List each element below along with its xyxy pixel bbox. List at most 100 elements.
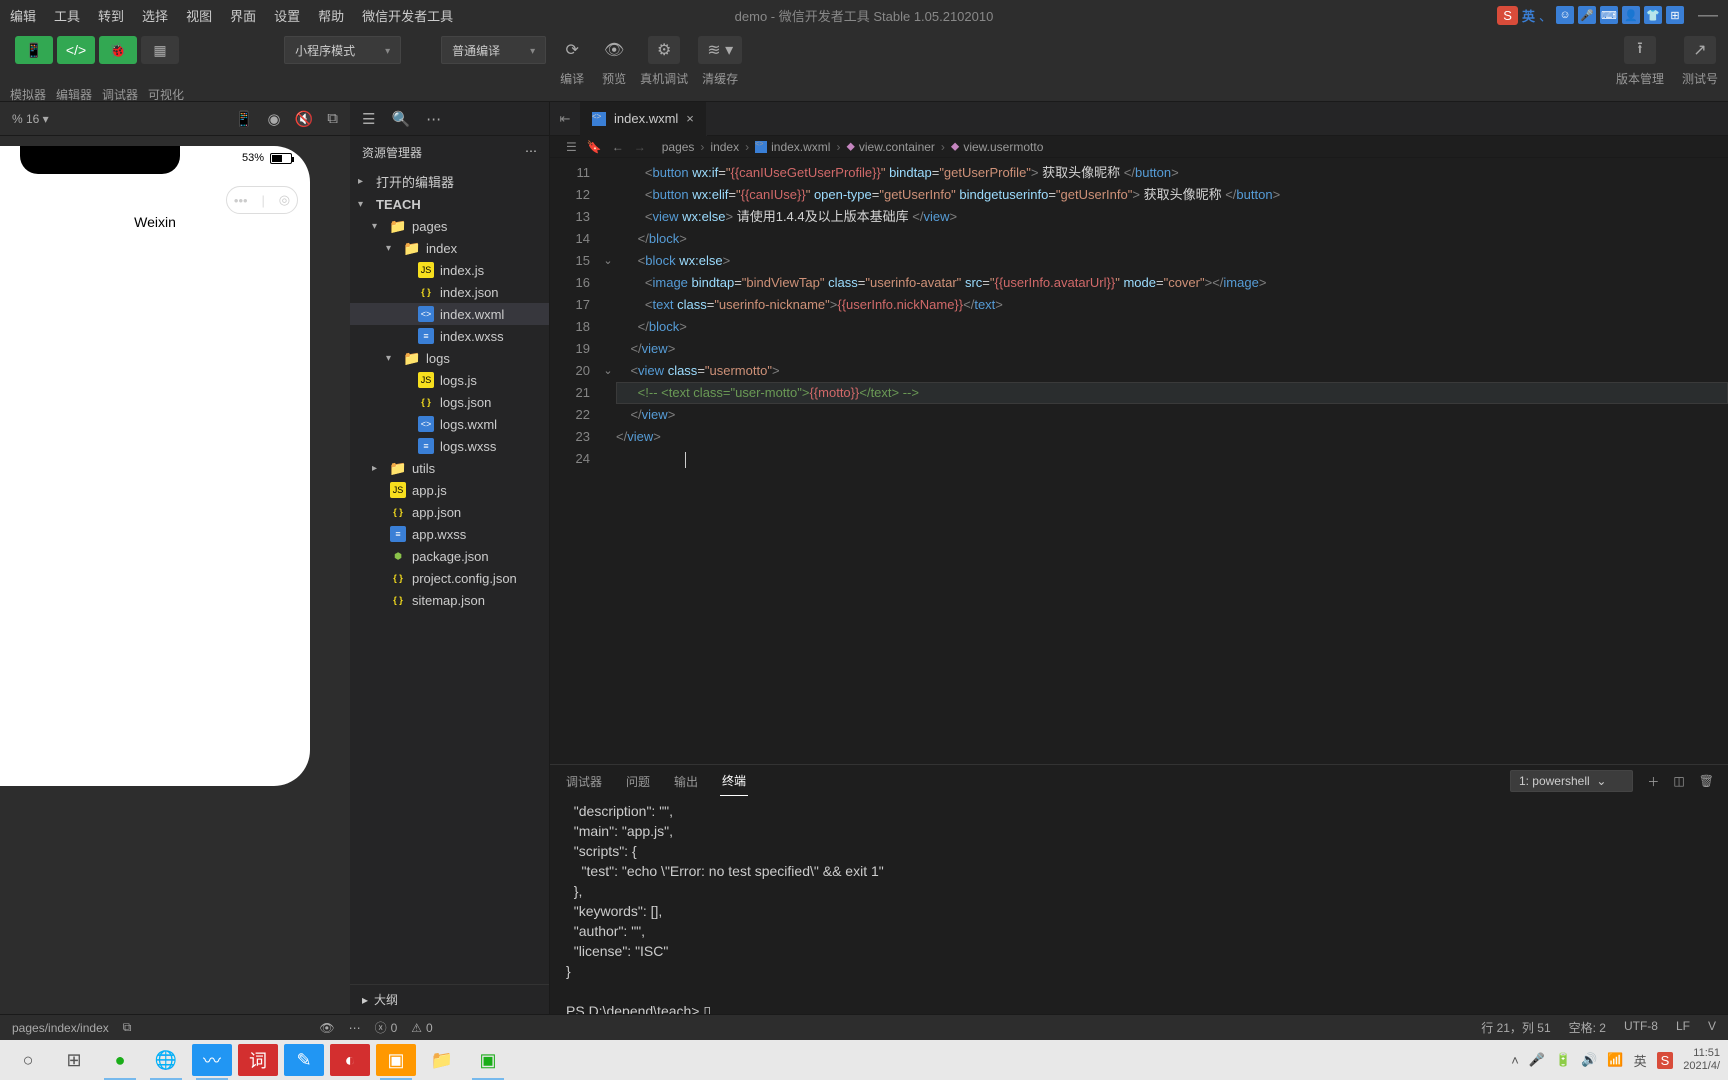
file-sitemap[interactable]: { }sitemap.json <box>350 589 549 611</box>
bc-container[interactable]: ⬥view.container <box>846 139 934 154</box>
menu-goto[interactable]: 转到 <box>98 6 124 25</box>
visualize-toggle[interactable]: ▦ <box>141 36 179 64</box>
ime-icon-4[interactable]: 👤 <box>1622 6 1640 24</box>
window-minimize[interactable]: — <box>1698 4 1718 27</box>
terminal-split-icon[interactable]: ◫ <box>1673 774 1684 788</box>
preview-eye-icon[interactable]: 👁 <box>319 1021 334 1035</box>
sim-mute-icon[interactable]: 🔇 <box>295 110 314 128</box>
panel-tab-debug[interactable]: 调试器 <box>564 767 604 796</box>
menu-select[interactable]: 选择 <box>142 6 168 25</box>
tab-collapse-icon[interactable]: ⇤ <box>550 111 580 127</box>
compile-button[interactable]: ⟳ <box>556 36 588 64</box>
file-logs-js[interactable]: JSlogs.js <box>350 369 549 391</box>
terminal-new-icon[interactable]: ＋ <box>1647 773 1659 790</box>
file-package[interactable]: ⬢package.json <box>350 545 549 567</box>
mode-dropdown[interactable]: 小程序模式 <box>284 36 401 64</box>
status-eol[interactable]: LF <box>1676 1019 1690 1036</box>
status-warnings[interactable]: ⚠ 0 <box>411 1021 432 1035</box>
file-index-wxss[interactable]: ≡index.wxss <box>350 325 549 347</box>
task-chrome[interactable]: 🌐 <box>146 1044 186 1076</box>
outline-section[interactable]: ▸大纲 <box>350 984 549 1014</box>
sim-stop-icon[interactable]: ◉ <box>268 110 281 128</box>
file-logs-wxml[interactable]: <>logs.wxml <box>350 413 549 435</box>
folder-index[interactable]: ▾📁index <box>350 237 549 259</box>
vcs-button[interactable]: ⭱ <box>1624 36 1656 64</box>
menu-edit[interactable]: 编辑 <box>10 6 36 25</box>
tray-ime[interactable]: 英 <box>1634 1051 1647 1070</box>
ime-icon-2[interactable]: 🎤 <box>1578 6 1596 24</box>
sim-zoom[interactable]: % 16 ▾ <box>12 112 49 126</box>
task-app3[interactable]: ✎ <box>284 1044 324 1076</box>
ime-icon-6[interactable]: ⊞ <box>1666 6 1684 24</box>
file-app-js[interactable]: JSapp.js <box>350 479 549 501</box>
tray-ime-icon[interactable]: S <box>1657 1052 1674 1069</box>
search-icon[interactable]: 🔍 <box>391 110 410 128</box>
tray-volume-icon[interactable]: 🔊 <box>1581 1052 1597 1068</box>
ime-lang[interactable]: 英 <box>1522 6 1535 25</box>
menu-devtools[interactable]: 微信开发者工具 <box>362 6 453 25</box>
task-view-icon[interactable]: ⊞ <box>54 1044 94 1076</box>
tray-battery-icon[interactable]: 🔋 <box>1555 1052 1571 1068</box>
bc-bookmark-icon[interactable]: 🔖 <box>587 140 602 154</box>
explorer-menu-icon[interactable]: ☰ <box>362 110 375 128</box>
bc-usermotto[interactable]: ⬥view.usermotto <box>951 139 1043 154</box>
remote-debug-button[interactable]: ⚙ <box>648 36 680 64</box>
file-app-json[interactable]: { }app.json <box>350 501 549 523</box>
code-editor[interactable]: 1112131415161718192021222324 ⌄⌄ <button … <box>550 158 1728 764</box>
breadcrumb[interactable]: ☰ 🔖 ← → pages› index› <>index.wxml› ⬥vie… <box>550 136 1728 158</box>
bc-pages[interactable]: pages <box>662 140 695 154</box>
ime-icon-1[interactable]: ☺ <box>1556 6 1574 24</box>
capsule-close-icon[interactable]: ◎ <box>279 192 290 208</box>
panel-tab-output[interactable]: 输出 <box>672 767 700 796</box>
bc-file[interactable]: <>index.wxml <box>755 140 830 154</box>
more-icon[interactable]: ⋯ <box>426 110 441 128</box>
panel-tab-terminal[interactable]: 终端 <box>720 766 748 796</box>
debugger-toggle[interactable]: 🐞 <box>99 36 137 64</box>
compile-dropdown[interactable]: 普通编译 <box>441 36 546 64</box>
bc-back-icon[interactable]: ← <box>612 140 624 154</box>
menu-ui[interactable]: 界面 <box>230 6 256 25</box>
capsule[interactable]: ••• | ◎ <box>226 186 298 214</box>
status-errors[interactable]: ⓧ 0 <box>375 1019 398 1036</box>
task-app2[interactable]: 词 <box>238 1044 278 1076</box>
bc-list-icon[interactable]: ☰ <box>566 140 577 154</box>
folder-logs[interactable]: ▾📁logs <box>350 347 549 369</box>
file-index-json[interactable]: { }index.json <box>350 281 549 303</box>
folder-pages[interactable]: ▾📁pages <box>350 215 549 237</box>
menu-settings[interactable]: 设置 <box>274 6 300 25</box>
sim-more-icon[interactable]: ⋯ <box>349 1021 361 1035</box>
status-spaces[interactable]: 空格: 2 <box>1569 1019 1606 1036</box>
bc-index[interactable]: index <box>710 140 739 154</box>
status-encoding[interactable]: UTF-8 <box>1624 1019 1658 1036</box>
sim-device-icon[interactable]: 📱 <box>235 110 254 128</box>
sim-detach-icon[interactable]: ⧉ <box>327 110 338 128</box>
ime-icon-5[interactable]: 👕 <box>1644 6 1662 24</box>
clock[interactable]: 11:51 2021/4/ <box>1683 1047 1720 1073</box>
bc-fwd-icon[interactable]: → <box>634 140 646 154</box>
file-index-wxml[interactable]: <>index.wxml <box>350 303 549 325</box>
clear-cache-button[interactable]: ≋ ▾ <box>698 36 742 64</box>
tray-expand-icon[interactable]: ˄ <box>1511 1053 1519 1068</box>
fold-gutter[interactable]: ⌄⌄ <box>600 158 616 764</box>
task-wechat[interactable]: ● <box>100 1044 140 1076</box>
section-open-editors[interactable]: ▸打开的编辑器 <box>350 169 549 194</box>
task-explorer[interactable]: 📁 <box>422 1044 462 1076</box>
tab-close-icon[interactable]: × <box>686 111 694 126</box>
menu-help[interactable]: 帮助 <box>318 6 344 25</box>
start-button[interactable]: ○ <box>8 1044 48 1076</box>
terminal-select[interactable]: 1: powershell ⌄ <box>1510 770 1633 792</box>
file-project[interactable]: { }project.config.json <box>350 567 549 589</box>
terminal-body[interactable]: "description": "", "main": "app.js", "sc… <box>550 797 1728 1014</box>
tray-mic-icon[interactable]: 🎤 <box>1529 1052 1545 1068</box>
test-button[interactable]: ↗ <box>1684 36 1716 64</box>
status-pos[interactable]: 行 21，列 51 <box>1481 1019 1550 1036</box>
ime-icon-3[interactable]: ⌨ <box>1600 6 1618 24</box>
menu-tools[interactable]: 工具 <box>54 6 80 25</box>
tab-index-wxml[interactable]: <> index.wxml × <box>580 102 707 136</box>
section-root[interactable]: ▾TEACH <box>350 194 549 215</box>
file-logs-wxss[interactable]: ≡logs.wxss <box>350 435 549 457</box>
file-index-js[interactable]: JSindex.js <box>350 259 549 281</box>
task-app1[interactable]: 〰 <box>192 1044 232 1076</box>
file-app-wxss[interactable]: ≡app.wxss <box>350 523 549 545</box>
status-lang[interactable]: V <box>1708 1019 1716 1036</box>
